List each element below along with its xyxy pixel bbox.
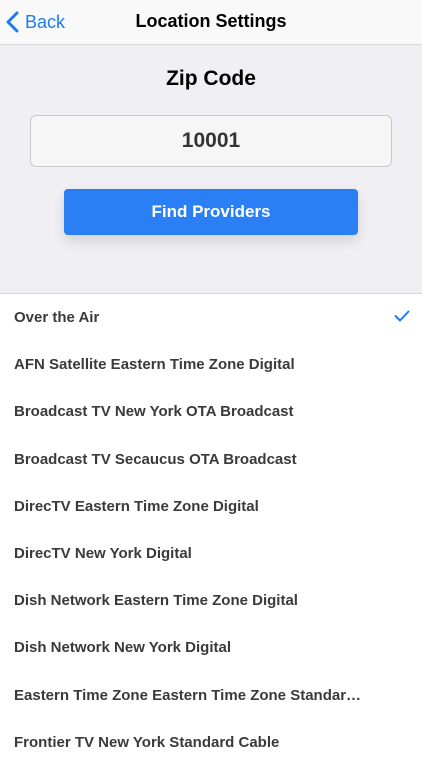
- find-providers-button[interactable]: Find Providers: [64, 189, 358, 235]
- provider-row[interactable]: Broadcast TV Secaucus OTA Broadcast: [0, 436, 422, 483]
- provider-list: Over the Air AFN Satellite Eastern Time …: [0, 294, 422, 766]
- page-title: Location Settings: [135, 11, 287, 31]
- zip-code-section: Zip Code Find Providers: [0, 45, 422, 294]
- provider-row[interactable]: DirecTV Eastern Time Zone Digital: [0, 483, 422, 530]
- provider-row[interactable]: AFN Satellite Eastern Time Zone Digital: [0, 341, 422, 388]
- provider-label: Broadcast TV New York OTA Broadcast: [14, 403, 294, 421]
- provider-label: Broadcast TV Secaucus OTA Broadcast: [14, 450, 297, 468]
- checkmark-icon: [394, 310, 410, 322]
- provider-label: Frontier TV New York Standard Cable: [14, 733, 280, 751]
- zip-code-input[interactable]: [30, 115, 392, 167]
- provider-row[interactable]: DirecTV New York Digital: [0, 530, 422, 577]
- zip-code-label: Zip Code: [166, 67, 256, 90]
- provider-label: Eastern Time Zone Eastern Time Zone Stan…: [14, 686, 362, 704]
- provider-row[interactable]: Over the Air: [0, 294, 422, 341]
- provider-row[interactable]: Frontier TV New York Standard Cable: [0, 719, 422, 766]
- provider-label: DirecTV New York Digital: [14, 545, 192, 563]
- provider-label: Over the Air: [14, 309, 100, 327]
- provider-row[interactable]: Dish Network New York Digital: [0, 624, 422, 671]
- provider-row[interactable]: Broadcast TV New York OTA Broadcast: [0, 388, 422, 435]
- provider-row[interactable]: Eastern Time Zone Eastern Time Zone Stan…: [0, 672, 422, 719]
- navigation-bar: Back Location Settings: [0, 0, 422, 45]
- provider-label: AFN Satellite Eastern Time Zone Digital: [14, 356, 295, 374]
- provider-label: DirecTV Eastern Time Zone Digital: [14, 497, 259, 515]
- provider-label: Dish Network Eastern Time Zone Digital: [14, 592, 298, 610]
- provider-label: Dish Network New York Digital: [14, 639, 231, 657]
- provider-row[interactable]: Dish Network Eastern Time Zone Digital: [0, 577, 422, 624]
